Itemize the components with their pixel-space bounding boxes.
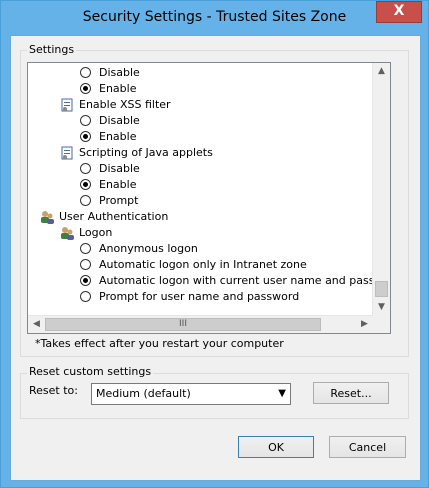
radio-label: Enable [99,178,137,191]
reset-level-select[interactable]: Medium (default) ▼ [91,383,291,405]
scroll-up-icon[interactable]: ▲ [373,63,390,80]
scroll-right-icon[interactable]: ▶ [356,316,373,333]
setting-label: Enable XSS filter [79,98,171,111]
radio-label: Enable [99,130,137,143]
radio-label: Disable [99,114,140,127]
reset-group-label: Reset custom settings [27,365,154,378]
users-icon [61,227,74,240]
radio-checked-icon[interactable] [80,179,91,190]
reset-to-label: Reset to: [29,384,78,397]
subcategory-label: Logon [79,226,113,239]
horizontal-scrollbar[interactable]: ◀ III ▶ [28,315,373,333]
radio-label: Disable [99,66,140,79]
radio-label: Automatic logon with current user name a… [99,274,391,287]
scroll-grip-icon: III [179,319,187,329]
radio-unchecked-icon[interactable] [80,67,91,78]
category-label: User Authentication [59,210,169,223]
chevron-down-icon: ▼ [278,388,286,399]
vertical-scrollbar[interactable]: ▲ ▼ [372,63,390,316]
radio-checked-icon[interactable] [80,275,91,286]
title-bar[interactable]: Security Settings - Trusted Sites Zone X [1,1,428,35]
reset-level-value: Medium (default) [96,387,191,400]
radio-label: Enable [99,82,137,95]
radio-label: Automatic logon only in Intranet zone [99,258,307,271]
radio-unchecked-icon[interactable] [80,195,91,206]
close-icon: X [393,3,405,19]
restart-note: *Takes effect after you restart your com… [35,337,284,350]
setting-icon [61,98,73,112]
settings-group-label: Settings [27,43,77,56]
scrollbar-corner [373,316,390,333]
radio-unchecked-icon[interactable] [80,243,91,254]
radio-label: Disable [99,162,140,175]
setting-icon [61,146,73,160]
reset-button[interactable]: Reset... [313,382,389,404]
radio-unchecked-icon[interactable] [80,259,91,270]
radio-label: Prompt for user name and password [99,290,300,303]
radio-label: Anonymous logon [99,242,198,255]
radio-checked-icon[interactable] [80,131,91,142]
radio-label: Prompt [99,194,139,207]
radio-unchecked-icon[interactable] [80,291,91,302]
scroll-down-icon[interactable]: ▼ [373,299,390,316]
ok-button[interactable]: OK [238,436,314,458]
window-title: Security Settings - Trusted Sites Zone [82,9,347,25]
close-button[interactable]: X [376,1,422,23]
setting-label: Scripting of Java applets [79,146,213,159]
vertical-scroll-thumb[interactable] [375,281,388,297]
radio-unchecked-icon[interactable] [80,163,91,174]
cancel-button[interactable]: Cancel [329,436,406,458]
radio-checked-icon[interactable] [80,83,91,94]
horizontal-scroll-thumb[interactable]: III [45,318,321,331]
users-icon [41,211,54,224]
scroll-left-icon[interactable]: ◀ [28,316,45,333]
settings-tree[interactable]: Disable Enable Enable XSS filter Disable Ena… [27,62,391,334]
radio-unchecked-icon[interactable] [80,115,91,126]
